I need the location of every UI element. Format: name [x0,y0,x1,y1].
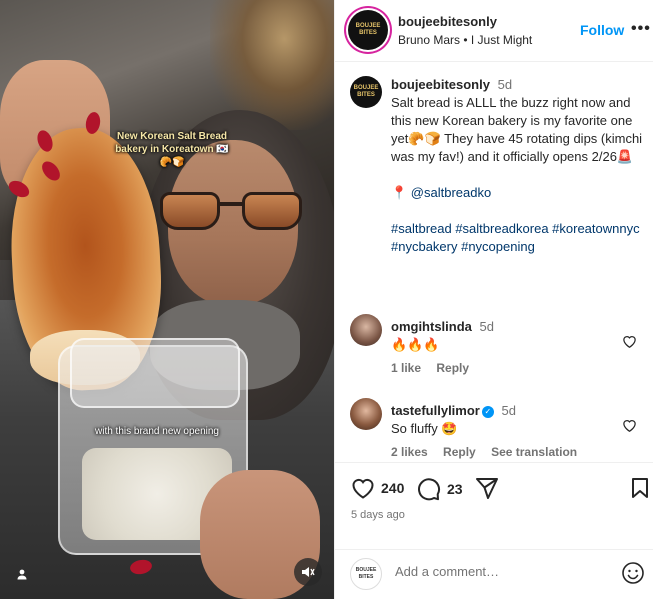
comment-meta: 2 likes Reply See translation [391,445,589,459]
comment-text: 🔥🔥🔥 [391,337,440,352]
caption-avatar[interactable]: BOUJEE BITES [350,76,382,108]
reply-button[interactable]: Reply [443,445,476,459]
comment-like-icon[interactable] [622,334,637,352]
comment-likes[interactable]: 1 like [391,361,421,375]
caption-username[interactable]: boujeebitesonly [391,77,490,92]
save-action[interactable] [631,477,649,499]
like-action[interactable]: 240 [351,477,404,499]
location-mention[interactable]: 📍 @saltbreadko [391,184,646,202]
verified-badge-icon: ✓ [481,405,494,418]
more-options-icon[interactable]: ••• [631,20,651,38]
commenter-username[interactable]: tastefullylimor [391,403,480,418]
comment-count: 23 [447,481,463,497]
share-icon [476,478,498,499]
comment-like-icon[interactable] [622,418,637,436]
caption-time: 5d [497,77,513,92]
see-translation-button[interactable]: See translation [491,445,577,459]
caption-body: Salt bread is ALLL the buzz right now an… [391,95,643,164]
post-media[interactable]: New Korean Salt Bread bakery in Koreatow… [0,0,334,599]
comment-action[interactable]: 23 [417,477,463,501]
bookmark-icon [632,478,648,498]
author-avatar[interactable]: BOUJEE BITES [348,10,388,50]
author-username[interactable]: boujeebitesonly [398,14,497,29]
follow-button[interactable]: Follow [580,22,624,38]
comment-time: 5d [479,319,494,334]
sunglasses [160,192,305,234]
comment-meta: 1 like Reply [391,361,481,375]
post-actions: 240 23 5 days ago BOUJEE BITES [335,462,653,599]
reply-button[interactable]: Reply [436,361,469,375]
comment-body: omgihtslinda 5d 🔥🔥🔥 [391,318,621,354]
comment-text: So fluffy 🤩 [391,421,458,436]
caption-text: boujeebitesonly 5d Salt bread is ALLL th… [391,76,646,256]
post-header: BOUJEE BITES boujeebitesonly Bruno Mars … [335,0,653,62]
emoji-icon[interactable] [621,561,645,585]
post-sidebar: BOUJEE BITES boujeebitesonly Bruno Mars … [334,0,653,599]
comment-body: tastefullylimor ✓ 5d So fluffy 🤩 [391,402,621,438]
heart-icon [352,478,374,499]
comment-input[interactable] [395,564,605,579]
comment-time: 5d [501,403,516,418]
mute-icon[interactable] [294,558,322,586]
commenter-username[interactable]: omgihtslinda [391,319,472,334]
container-lid [70,338,240,408]
commenter-avatar[interactable] [350,314,382,346]
add-comment-bar: BOUJEE BITES [335,549,653,599]
current-user-avatar[interactable]: BOUJEE BITES [350,558,382,590]
caption-hashtags[interactable]: #saltbread #saltbreadkorea #koreatownnyc… [391,220,646,256]
post-date[interactable]: 5 days ago [351,509,405,521]
video-caption-title: New Korean Salt Bread bakery in Koreatow… [115,131,229,168]
commenter-avatar[interactable] [350,398,382,430]
video-caption-subtitle: with this brand new opening [95,426,219,437]
user-tag-icon[interactable] [10,562,34,586]
audio-track[interactable]: Bruno Mars • I Just Might [398,33,532,47]
like-count[interactable]: 240 [381,480,404,496]
comment-icon [418,478,441,501]
share-action[interactable] [475,477,499,499]
comment-likes[interactable]: 2 likes [391,445,428,459]
